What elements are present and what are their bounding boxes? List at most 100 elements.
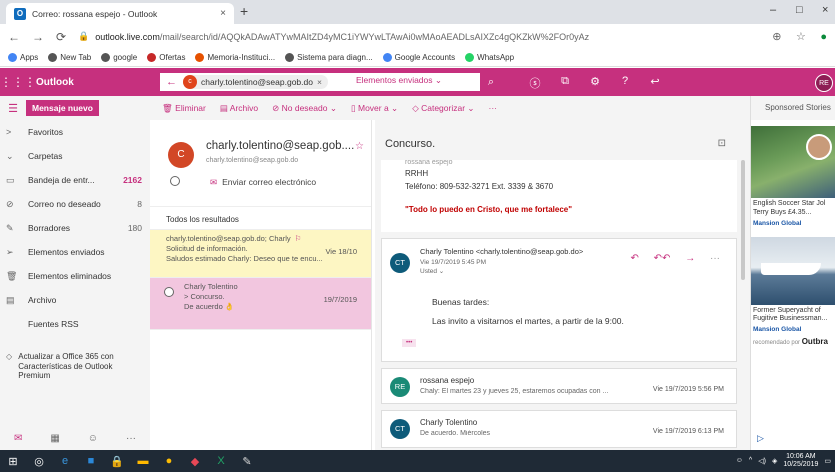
folder-item[interactable]: ✎ Borradores 180 [0,216,150,240]
taskbar-app-icon[interactable]: ◆ [182,455,208,468]
reading-pane-scrollbar[interactable] [741,160,745,280]
new-tab-button[interactable]: + [240,3,248,19]
select-radio[interactable] [164,287,174,297]
mail-icon[interactable]: ✉ [14,433,22,444]
folder-item[interactable]: ⌄ Carpetas [0,144,150,168]
popout-icon[interactable]: ⊡ [718,138,726,149]
ad-image-soccer[interactable] [751,126,835,198]
star-bookmark-icon[interactable]: ☆ [796,31,806,43]
send-email-button[interactable]: ✉ Enviar correo electrónico [210,177,316,188]
command-button[interactable]: ▤ Archivo [220,103,258,114]
reload-icon[interactable]: ⟳ [56,30,66,44]
bookmark-item[interactable]: Ofertas [147,53,185,62]
bookmark-item[interactable]: Sistema para diagn... [285,53,373,62]
extension-icon[interactable]: ⊕ [772,31,781,43]
folder-item[interactable]: ▤ Archivo [0,288,150,312]
reply-icon[interactable]: ↶ [631,253,639,264]
command-button[interactable]: ⊘ No deseado ⌄ [272,103,337,114]
folder-item[interactable]: 🗑 Elementos eliminados [0,264,150,288]
show-quoted-button[interactable]: ••• [402,339,417,347]
excel-icon[interactable]: X [208,455,234,467]
tray-chevron-icon[interactable]: ^ [749,457,752,464]
notification-icon[interactable]: ▭ [824,457,831,465]
paint-icon[interactable]: ✎ [234,455,260,468]
recipient-dropdown[interactable]: Usted ⌄ [420,267,620,276]
maximize-button[interactable]: □ [796,4,803,16]
command-button[interactable]: ▯ Mover a ⌄ [351,103,398,114]
chrome-icon[interactable]: ● [156,455,182,467]
tab-close-icon[interactable]: × [220,8,226,19]
lock-app-icon[interactable]: 🔒 [104,455,130,468]
volume-icon[interactable]: ◁) [758,457,766,465]
bookmark-item[interactable]: New Tab [48,53,91,62]
search-icon[interactable]: ⌕ [480,73,502,91]
outlook-brand[interactable]: Outlook [28,77,148,88]
calendar-module-icon[interactable]: ▦ [50,433,59,444]
user-avatar[interactable]: RE [815,74,833,92]
message-card-collapsed[interactable]: RE rossana espejo Chaly: El martes 23 y … [381,368,737,404]
folder-item[interactable]: ➢ Elementos enviados [0,240,150,264]
network-icon[interactable]: ◈ [772,457,777,465]
command-button[interactable]: ··· [489,103,498,113]
list-item[interactable]: Charly Tolentino > Concurso. De acuerdo … [150,278,371,330]
ad-choices-icon[interactable]: ▷ [757,433,764,444]
profile-icon[interactable]: ● [820,31,827,43]
flag-icon[interactable]: ⚐ [295,234,302,243]
favorite-star-icon[interactable]: ☆ [355,141,364,152]
forward-icon[interactable]: → [685,253,695,264]
more-apps-icon[interactable]: ··· [126,433,136,444]
clock[interactable]: 10:06 AM 10/25/2019 [783,453,818,468]
close-window-button[interactable]: × [822,4,828,16]
folder-item[interactable]: > Favoritos [0,120,150,144]
command-button[interactable]: 🗑 Eliminar [162,103,206,114]
reply-all-icon[interactable]: ↶↶ [654,253,671,264]
browser-tab[interactable]: O Correo: rossana espejo - Outlook × [6,3,234,24]
bookmark-item[interactable]: Google Accounts [382,53,455,62]
hamburger-menu-icon[interactable]: ☰ [0,102,26,115]
app-launcher-icon[interactable]: ⋮⋮⋮ [0,75,36,89]
more-actions-icon[interactable]: ··· [710,253,720,264]
skype-icon[interactable]: ⓢ [520,75,550,91]
people-icon[interactable]: ☺ [88,433,98,444]
upgrade-promo[interactable]: ◇ Actualizar a Office 365 con Caracterís… [0,346,150,387]
folder-item[interactable]: Fuentes RSS [0,312,150,336]
forward-arrow-icon[interactable]: → [32,30,44,44]
folder-item[interactable]: ▭ Bandeja de entr... 2162 [0,168,150,192]
task-view-icon[interactable]: ◎ [26,455,52,468]
search-chip[interactable]: c charly.tolentino@seap.gob.do × [183,75,328,89]
new-message-button[interactable]: Mensaje nuevo [26,100,99,116]
calendar-icon[interactable]: ⧉ [550,75,580,91]
ad-headline[interactable]: English Soccer Star Jol Terry Buys £4.35… [751,198,835,220]
ad-image-yacht[interactable] [751,236,835,305]
edge-icon[interactable]: e [52,455,78,467]
search-scope-dropdown[interactable]: Elementos enviados ⌄ [356,75,442,86]
store-icon[interactable]: ■ [78,455,104,467]
help-icon[interactable]: ? [610,75,640,91]
bookmark-item[interactable]: WhatsApp [465,53,514,62]
search-back-icon[interactable]: ← [166,76,177,88]
windows-start-icon[interactable]: ⊞ [0,455,26,468]
ad-headline[interactable]: Former Superyacht of Fugitive Businessma… [751,305,835,327]
whats-new-icon[interactable]: ↩ [640,75,670,91]
file-explorer-icon[interactable]: ▬ [130,455,156,467]
minimize-button[interactable]: – [770,4,776,16]
chip-remove-icon[interactable]: × [317,77,322,87]
folder-item[interactable]: ⊘ Correo no deseado 8 [0,192,150,216]
url-field[interactable]: 🔒 outlook.live.com /mail/search/id/AQQkA… [78,28,760,46]
bookmark-item[interactable]: Apps [8,53,38,62]
back-arrow-icon[interactable]: ← [8,30,20,44]
settings-gear-icon[interactable]: ⚙ [580,75,610,91]
bookmark-icon [465,53,475,62]
select-radio[interactable] [170,176,180,186]
ad-footer[interactable]: recomendado por Outbra [751,333,835,350]
command-button[interactable]: ◇ Categorizar ⌄ [412,103,474,114]
sender-address[interactable]: Charly Tolentino <charly.tolentino@seap.… [420,247,620,258]
search-box[interactable]: ← c charly.tolentino@seap.gob.do × Eleme… [160,73,480,91]
bookmark-item[interactable]: google [101,53,137,62]
bookmark-item[interactable]: Memoria-Instituci... [195,53,275,62]
contact-name[interactable]: charly.tolentino@seap.gob.... [206,140,354,152]
people-tray-icon[interactable]: ☺ [736,457,743,464]
command-bar: 🗑 Eliminar ▤ Archivo ⊘ No deseado ⌄ ▯ Mover… [150,96,750,120]
list-item[interactable]: charly.tolentino@seap.gob.do; Charly ⚐ So… [150,230,371,278]
message-card-collapsed[interactable]: CT Charly Tolentino De acuerdo. Miércole… [381,410,737,448]
